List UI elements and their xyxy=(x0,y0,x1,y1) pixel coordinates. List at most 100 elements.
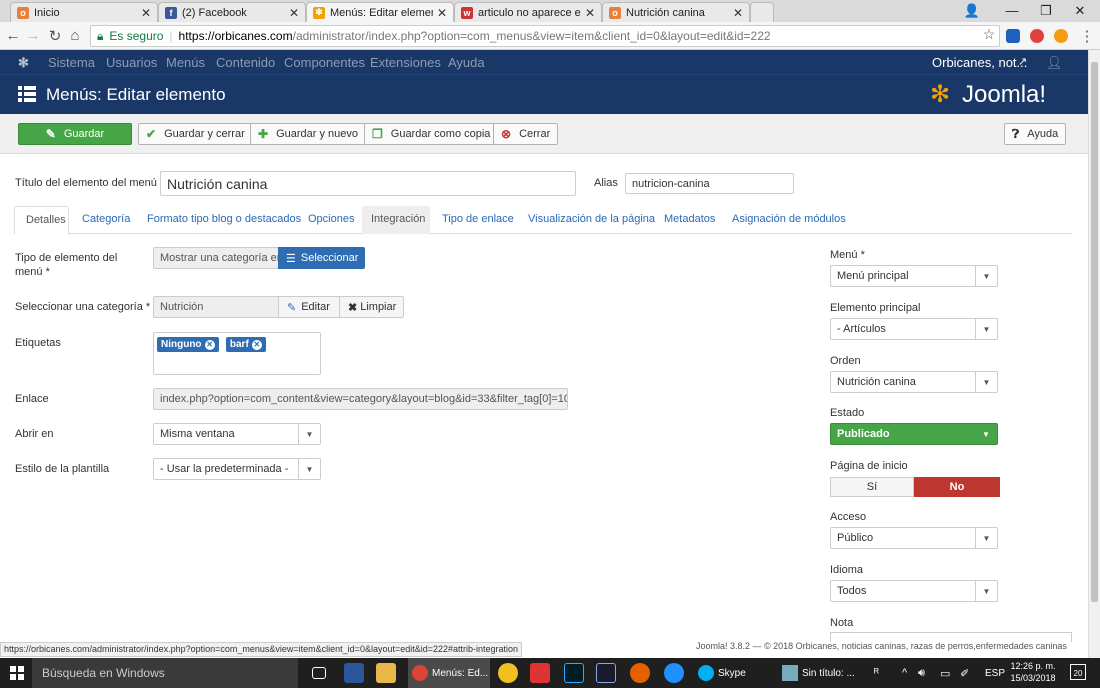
link-label: Enlace xyxy=(15,393,49,405)
tray-chevron-icon[interactable]: ^ xyxy=(902,658,907,688)
close-tab-icon[interactable]: ✕ xyxy=(437,6,447,20)
tab-metadatos[interactable]: Metadatos xyxy=(664,213,715,225)
page-title: Menús: Editar elemento xyxy=(46,85,226,104)
menu-extensiones[interactable]: Extensiones xyxy=(370,55,441,70)
photoshop-icon[interactable] xyxy=(564,663,584,683)
network-icon[interactable]: ▭ xyxy=(940,658,950,688)
tab-formato-blog[interactable]: Formato tipo blog o destacados xyxy=(147,213,301,225)
word-icon[interactable] xyxy=(344,663,364,683)
save-new-button[interactable]: ✚ Guardar y nuevo xyxy=(250,123,366,145)
state-select[interactable]: Publicado ▼ xyxy=(830,423,998,445)
close-tab-icon[interactable]: ✕ xyxy=(289,6,299,20)
close-button[interactable]: ⊗ Cerrar xyxy=(493,123,559,145)
forward-icon[interactable]: → xyxy=(24,27,42,44)
extension-icon[interactable] xyxy=(1006,29,1020,43)
remove-tag-icon[interactable]: ✕ xyxy=(204,339,215,350)
alias-input[interactable]: nutricion-canina xyxy=(625,173,794,194)
browser-tab-nutricion[interactable]: o Nutrición canina ✕ xyxy=(602,2,750,22)
extension-icon[interactable] xyxy=(1030,29,1044,43)
menu-ayuda[interactable]: Ayuda xyxy=(448,55,485,70)
scrollbar-thumb[interactable] xyxy=(1091,62,1098,602)
home-yes-button[interactable]: Sí xyxy=(830,477,914,497)
bookmark-star-icon[interactable]: ☆ xyxy=(980,26,998,43)
close-tab-icon[interactable]: ✕ xyxy=(141,6,151,20)
close-tab-icon[interactable]: ✕ xyxy=(585,6,595,20)
template-style-select[interactable]: - Usar la predeterminada - ▼ xyxy=(153,458,321,480)
volume-icon[interactable]: 🔊︎ xyxy=(918,658,925,688)
people-icon[interactable]: ᴿ xyxy=(874,658,879,688)
language-indicator[interactable]: ESP xyxy=(985,658,1005,688)
menu-sistema[interactable]: Sistema xyxy=(48,55,95,70)
new-tab-button[interactable] xyxy=(750,2,774,22)
skype-taskbar-button[interactable]: Skype xyxy=(694,658,770,688)
tab-strip: Detalles Categoría Formato tipo blog o d… xyxy=(14,206,1072,235)
app-icon[interactable] xyxy=(498,663,518,683)
user-icon[interactable]: 👤︎ xyxy=(1046,55,1063,71)
menu-dots-icon[interactable]: ⋮ xyxy=(1078,27,1096,45)
close-tab-icon[interactable]: ✕ xyxy=(733,6,743,20)
menu-usuarios[interactable]: Usuarios xyxy=(106,55,157,70)
save-button[interactable]: ✎ Guardar xyxy=(18,123,132,145)
tab-asignacion-modulos[interactable]: Asignación de módulos xyxy=(732,213,846,225)
scrollbar[interactable] xyxy=(1088,50,1100,658)
tab-integracion[interactable]: Integración xyxy=(362,206,430,234)
url-input[interactable]: 🔒︎ Es seguro | https://orbicanes.com/adm… xyxy=(90,25,1000,47)
menu-contenido[interactable]: Contenido xyxy=(216,55,275,70)
status-url: https://orbicanes.com/administrator/inde… xyxy=(0,642,523,657)
tab-categoria[interactable]: Categoría xyxy=(82,213,130,225)
access-select[interactable]: Público ▼ xyxy=(830,527,998,549)
task-view-icon[interactable] xyxy=(312,667,326,679)
home-no-button[interactable]: No xyxy=(914,477,1000,497)
tab-detalles[interactable]: Detalles xyxy=(14,206,69,235)
parent-select[interactable]: - Artículos ▼ xyxy=(830,318,998,340)
browser-tab-facebook[interactable]: f (2) Facebook ✕ xyxy=(158,2,306,22)
open-in-select[interactable]: Misma ventana ▼ xyxy=(153,423,321,445)
joomla-logo-icon[interactable]: ✻ xyxy=(18,55,29,71)
edge-icon[interactable] xyxy=(664,663,684,683)
tab-tipo-enlace[interactable]: Tipo de enlace xyxy=(442,213,514,225)
remove-tag-icon[interactable]: ✕ xyxy=(251,339,262,350)
tab-visualizacion[interactable]: Visualización de la página xyxy=(528,213,655,225)
order-select[interactable]: Nutrición canina ▼ xyxy=(830,371,998,393)
chevron-down-icon: ▼ xyxy=(975,581,997,601)
browser-tab-menus[interactable]: ✻ Menús: Editar elemento✕ xyxy=(306,2,454,22)
browser-tab-inicio[interactable]: o Inicio ✕ xyxy=(10,2,158,22)
restore-icon[interactable]: ❐ xyxy=(1030,0,1062,22)
extension-icon[interactable] xyxy=(1054,29,1068,43)
menu-menus[interactable]: Menús xyxy=(166,55,205,70)
windows-start-icon[interactable] xyxy=(10,666,24,680)
tags-input[interactable]: Ninguno ✕ barf ✕ xyxy=(153,332,321,375)
language-select[interactable]: Todos ▼ xyxy=(830,580,998,602)
home-icon[interactable]: ⌂ xyxy=(66,27,84,44)
site-link[interactable]: Orbicanes, not... xyxy=(932,55,1027,70)
menu-componentes[interactable]: Componentes xyxy=(284,55,365,70)
chevron-down-icon: ▼ xyxy=(982,429,990,439)
firefox-icon[interactable] xyxy=(630,663,650,683)
lightroom-icon[interactable] xyxy=(596,663,616,683)
save-copy-button[interactable]: ❐ Guardar como copia xyxy=(364,123,499,145)
notifications-icon[interactable]: 20 xyxy=(1070,664,1086,680)
app-icon[interactable] xyxy=(530,663,550,683)
help-button[interactable]: ❓︎ Ayuda xyxy=(1004,123,1067,145)
chrome-taskbar-button[interactable]: Menús: Ed... xyxy=(408,658,490,688)
clear-category-button[interactable]: ✖ Limpiar xyxy=(339,296,404,318)
close-window-icon[interactable]: ✕ xyxy=(1064,0,1096,22)
save-close-button[interactable]: ✔ Guardar y cerrar xyxy=(138,123,253,145)
plus-icon: ✚ xyxy=(258,127,269,141)
edit-category-button[interactable]: ✎ Editar xyxy=(278,296,340,318)
select-type-button[interactable]: ☰ Seleccionar xyxy=(278,247,365,269)
paint-taskbar-button[interactable]: Sin título: ... xyxy=(778,658,858,688)
browser-tab-articulo[interactable]: w articulo no aparece en c✕ xyxy=(454,2,602,22)
clock[interactable]: 12:26 p. m. 15/03/2018 xyxy=(1008,660,1058,684)
reload-icon[interactable]: ↻ xyxy=(46,27,64,45)
menu-select[interactable]: Menú principal ▼ xyxy=(830,265,998,287)
pen-icon[interactable]: ✐ xyxy=(960,658,969,688)
windows-search-input[interactable]: Búsqueda en Windows xyxy=(32,658,298,688)
minimize-icon[interactable]: — xyxy=(996,0,1028,22)
back-icon[interactable]: ← xyxy=(4,27,22,44)
tab-opciones[interactable]: Opciones xyxy=(308,213,354,225)
title-input[interactable]: Nutrición canina xyxy=(160,171,576,196)
file-explorer-icon[interactable] xyxy=(376,663,396,683)
external-link-icon[interactable]: ↗ xyxy=(1018,55,1027,68)
profile-icon[interactable]: 👤 xyxy=(956,0,988,22)
